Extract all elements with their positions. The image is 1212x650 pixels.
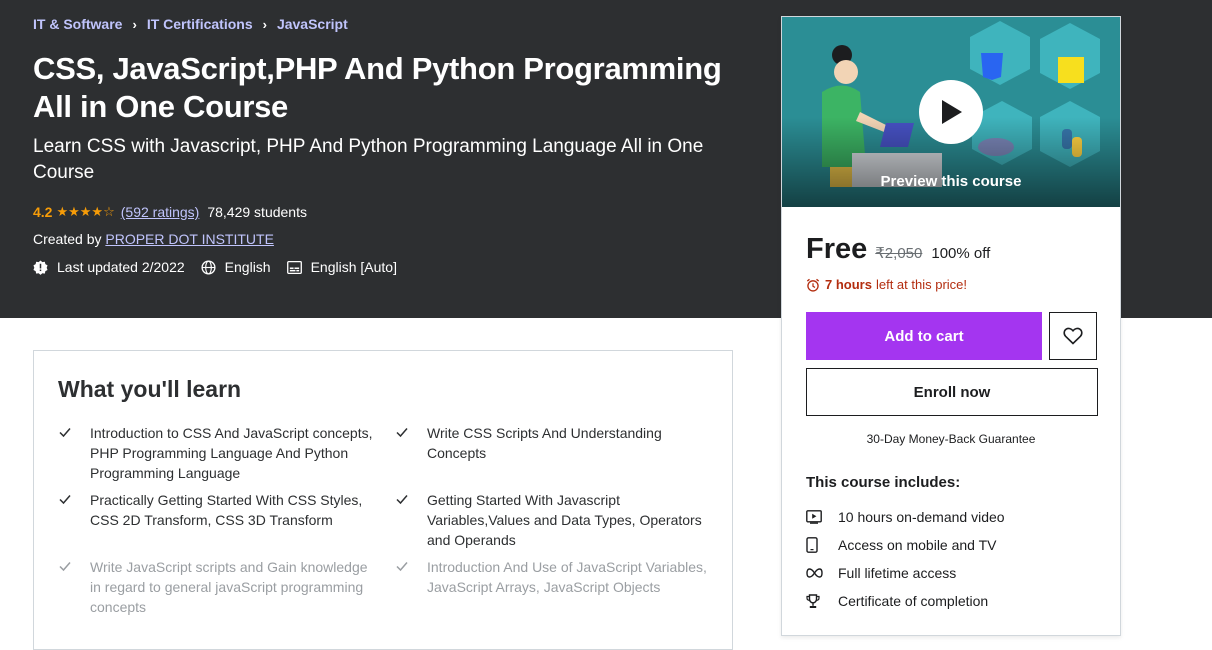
- breadcrumb-item[interactable]: IT Certifications: [147, 16, 253, 32]
- purchase-card: Preview this course Free ₹2,050 100% off…: [781, 16, 1121, 636]
- breadcrumb-item[interactable]: JavaScript: [277, 16, 348, 32]
- include-text: 10 hours on-demand video: [838, 509, 1005, 525]
- language: English: [201, 259, 271, 275]
- preview-label[interactable]: Preview this course: [782, 173, 1120, 190]
- learn-item: Practically Getting Started With CSS Sty…: [58, 490, 378, 530]
- money-back-guarantee: 30-Day Money-Back Guarantee: [866, 432, 1036, 446]
- list-item: Full lifetime access: [806, 559, 1005, 587]
- learn-item-text: Getting Started With Javascript Variable…: [427, 492, 702, 548]
- play-icon[interactable]: [919, 80, 983, 144]
- chevron-right-icon: ›: [132, 16, 137, 32]
- last-updated: Last updated 2/2022: [33, 259, 185, 275]
- include-text: Access on mobile and TV: [838, 537, 997, 553]
- learn-item-text: Practically Getting Started With CSS Sty…: [90, 492, 363, 528]
- learn-item-text: Write JavaScript scripts and Gain knowle…: [90, 559, 368, 615]
- learn-item: Write JavaScript scripts and Gain knowle…: [58, 557, 378, 617]
- course-title: CSS, JavaScript,PHP And Python Programmi…: [33, 51, 722, 124]
- globe-icon: [201, 259, 216, 275]
- includes-list: 10 hours on-demand video Access on mobil…: [806, 503, 1005, 615]
- alert-badge-icon: [33, 259, 48, 275]
- original-price: ₹2,050: [875, 245, 923, 262]
- trophy-icon: [806, 593, 838, 609]
- breadcrumb-item[interactable]: IT & Software: [33, 16, 122, 32]
- timer-text: left at this price!: [875, 277, 968, 292]
- chevron-right-icon: ›: [262, 16, 267, 32]
- video-icon: [806, 510, 838, 524]
- learn-item-text: Write CSS Scripts And Understanding Conc…: [427, 425, 662, 461]
- check-icon: [395, 557, 427, 597]
- wishlist-button[interactable]: [1049, 312, 1097, 360]
- learn-item: Introduction And Use of JavaScript Varia…: [395, 557, 715, 597]
- check-icon: [58, 423, 90, 483]
- what-youll-learn: What you'll learn Introduction to CSS An…: [33, 350, 733, 650]
- ratings-count-link[interactable]: (592 ratings): [121, 204, 200, 220]
- instructor-link[interactable]: PROPER DOT INSTITUTE: [105, 231, 274, 247]
- last-updated-text: Last updated 2/2022: [57, 259, 185, 275]
- course-meta: Last updated 2/2022 English English [Aut…: [33, 259, 413, 275]
- learn-item-text: Introduction And Use of JavaScript Varia…: [427, 559, 707, 595]
- enroll-now-button[interactable]: Enroll now: [806, 368, 1098, 416]
- discount-percent: 100% off: [931, 245, 991, 262]
- current-price: Free: [806, 233, 868, 265]
- timer-hours: 7 hours: [825, 277, 872, 292]
- learn-item-text: Introduction to CSS And JavaScript conce…: [90, 425, 373, 481]
- created-by: Created by PROPER DOT INSTITUTE: [33, 231, 274, 247]
- star-rating-icon: ★★★★☆: [56, 204, 115, 219]
- add-to-cart-button[interactable]: Add to cart: [806, 312, 1042, 360]
- check-icon: [58, 490, 90, 530]
- language-text: English: [224, 259, 271, 275]
- created-by-label: Created by: [33, 231, 102, 247]
- section-title: What you'll learn: [58, 376, 242, 402]
- learn-item: Introduction to CSS And JavaScript conce…: [58, 423, 378, 483]
- learn-item: Write CSS Scripts And Understanding Conc…: [395, 423, 715, 463]
- learn-item: Getting Started With Javascript Variable…: [395, 490, 715, 550]
- price-row: Free ₹2,050 100% off: [806, 233, 990, 266]
- list-item: 10 hours on-demand video: [806, 503, 1005, 531]
- course-preview[interactable]: Preview this course: [782, 17, 1120, 207]
- captions: English [Auto]: [286, 259, 397, 275]
- includes-title: This course includes:: [806, 474, 961, 491]
- include-text: Certificate of completion: [838, 593, 989, 609]
- sale-timer: 7 hours left at this price!: [806, 277, 967, 292]
- rating-value: 4.2: [33, 204, 53, 220]
- captions-icon: [286, 260, 302, 274]
- heart-icon: [1063, 327, 1083, 345]
- include-text: Full lifetime access: [838, 565, 957, 581]
- mobile-icon: [806, 537, 838, 553]
- course-subtitle: Learn CSS with Javascript, PHP And Pytho…: [33, 136, 704, 183]
- check-icon: [395, 490, 427, 550]
- infinity-icon: [806, 568, 838, 578]
- list-item: Certificate of completion: [806, 587, 1005, 615]
- check-icon: [58, 557, 90, 617]
- rating-row: 4.2 ★★★★☆ (592 ratings) 78,429 students: [33, 204, 307, 220]
- alarm-clock-icon: [806, 278, 820, 292]
- check-icon: [395, 423, 427, 463]
- breadcrumb: IT & Software › IT Certifications › Java…: [33, 16, 348, 32]
- students-count: 78,429 students: [207, 204, 307, 220]
- list-item: Access on mobile and TV: [806, 531, 1005, 559]
- captions-text: English [Auto]: [310, 259, 397, 275]
